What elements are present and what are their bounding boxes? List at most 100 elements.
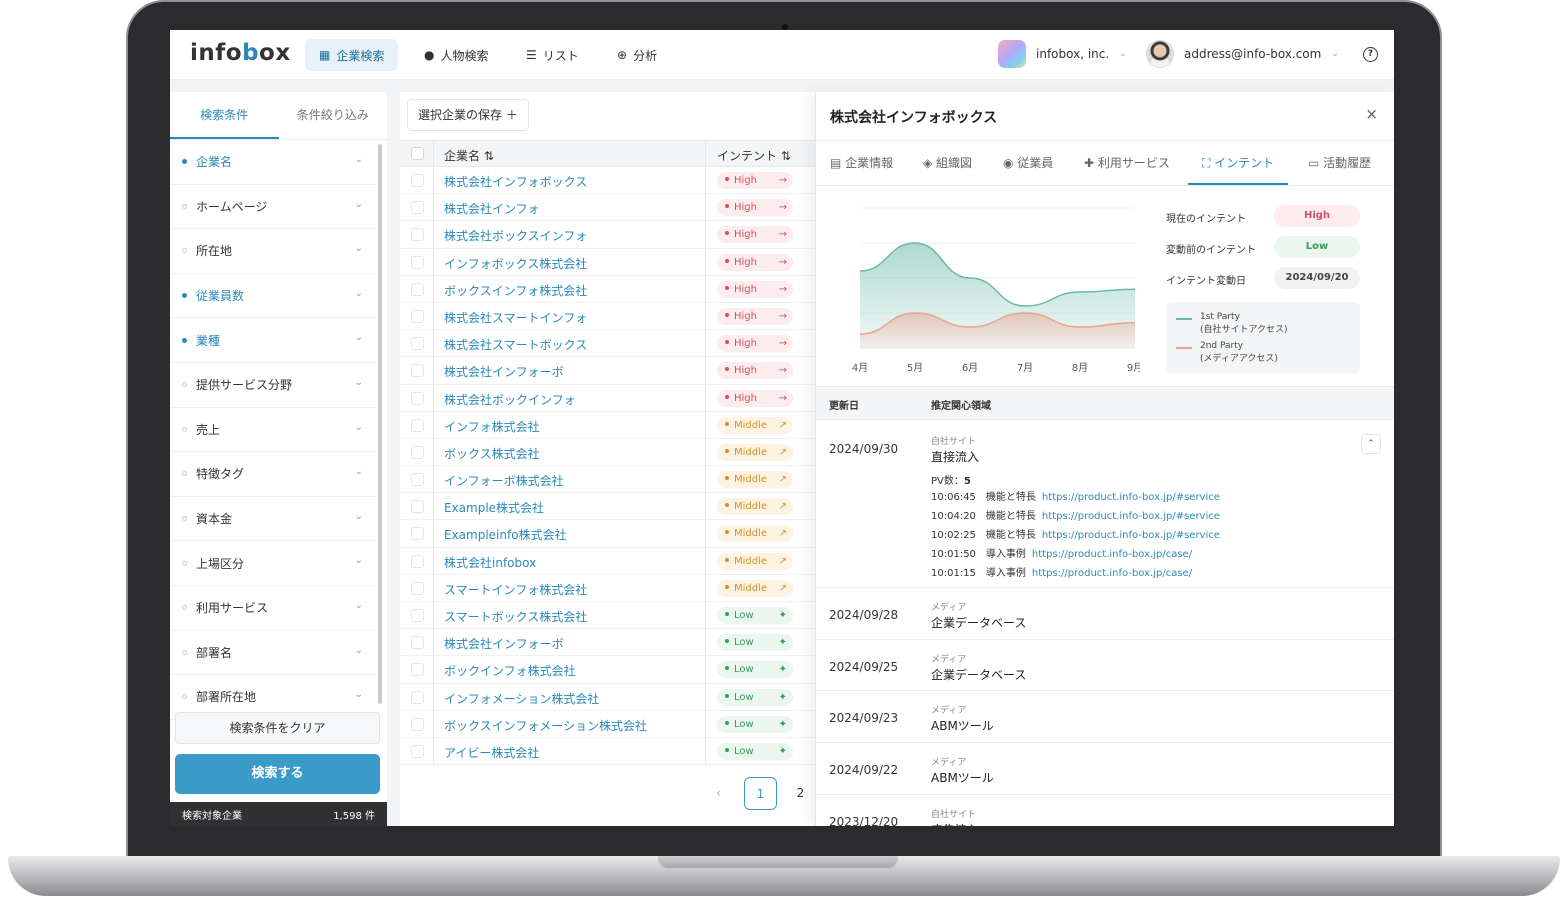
row-checkbox[interactable] [411,174,424,187]
filter-item[interactable]: 企業名 ⌄ [170,140,377,185]
visit-url-link[interactable]: https://product.info-box.jp/#service [1042,511,1220,522]
row-checkbox[interactable] [411,581,424,595]
table-row[interactable]: インフォボックス株式会社 High → [400,249,815,276]
history-row[interactable]: 2024/09/28 メディア 企業データベース [816,588,1394,640]
infobox-logo[interactable]: infobox [190,40,291,66]
company-name-link[interactable]: Example株式会社 [444,499,544,516]
row-checkbox[interactable] [411,445,424,459]
company-name-link[interactable]: インフォ株式会社 [444,418,540,435]
company-name-link[interactable]: インフォメーション株式会社 [444,690,599,707]
filter-item[interactable]: ホームページ ⌄ [170,185,377,230]
company-name-link[interactable]: アイビー株式会社 [444,744,539,761]
row-checkbox[interactable] [411,744,424,758]
table-row[interactable]: Exampleinfo株式会社 Middle ↗ [400,520,815,548]
table-row[interactable]: アイビー株式会社 Low ✦ [400,738,815,766]
table-row[interactable]: 株式会社infobox Middle ↗ [400,548,815,575]
table-row[interactable]: 株式会社スマートボックス High → [400,330,815,358]
company-name-link[interactable]: 株式会社スマートボックス [444,336,587,353]
visit-url-link[interactable]: https://product.info-box.jp/#service [1042,492,1220,503]
row-checkbox[interactable] [411,418,424,432]
tab-condition-filter[interactable]: 条件絞り込み [279,92,388,139]
company-name-link[interactable]: 株式会社infobox [444,554,536,571]
nav-analytics[interactable]: ⊕ 分析 [603,39,671,71]
tab-org-chart[interactable]: ◈ 組織図 [923,141,972,185]
table-row[interactable]: 株式会社インフォーボ Low ✦ [400,629,815,657]
row-checkbox[interactable] [411,201,424,215]
table-row[interactable]: ボックスインフォメーション株式会社 Low ✦ [400,711,815,738]
company-name-link[interactable]: ボックスインフォメーション株式会社 [444,717,647,734]
company-name-link[interactable]: 株式会社ボックスインフォ [444,227,587,244]
row-checkbox[interactable] [411,391,424,405]
company-name-link[interactable]: スマートボックス株式会社 [444,608,587,625]
search-button[interactable]: 検索する [175,754,380,794]
table-row[interactable]: 株式会社インフォボックス High → [400,167,815,195]
filter-item[interactable]: 従業員数 ⌄ [170,274,377,319]
clear-conditions-button[interactable]: 検索条件をクリア [175,712,380,744]
table-row[interactable]: インフォーボ株式会社 Middle ↗ [400,466,815,494]
row-checkbox[interactable] [411,282,424,296]
row-checkbox[interactable] [411,364,424,378]
page-2-button[interactable]: 2 [784,777,817,810]
tab-activity-history[interactable]: ▭ 活動履歴 [1308,141,1371,185]
visit-url-link[interactable]: https://product.info-box.jp/case/ [1032,549,1192,560]
row-checkbox[interactable] [411,337,424,351]
nav-person-search[interactable]: ● 人物検索 [410,39,503,71]
company-name-link[interactable]: 株式会社インフォーボ [444,635,564,652]
company-name-link[interactable]: ボックス株式会社 [444,445,540,462]
row-checkbox[interactable] [411,309,424,323]
company-name-link[interactable]: スマートインフォ株式会社 [444,581,587,598]
col-company-name[interactable]: 企業名 ⇅ [444,147,494,164]
table-row[interactable]: 株式会社ボックスインフォ High → [400,221,815,249]
company-name-link[interactable]: インフォボックス株式会社 [444,255,587,272]
page-1-button[interactable]: 1 [744,777,777,810]
history-row[interactable]: 2024/09/22 メディア ABMツール [816,743,1394,795]
filter-item[interactable]: 提供サービス分野 ⌄ [170,363,377,408]
scrollbar[interactable] [378,144,382,704]
tab-intent[interactable]: ⛶ インテント [1188,141,1289,185]
history-row-expanded[interactable]: 2024/09/30 自社サイト 直接流入 ⌃ PV数：5 10:06:45 機… [816,420,1394,588]
filter-item[interactable]: 上場区分 ⌄ [170,541,377,586]
table-row[interactable]: スマートボックス株式会社 Low ✦ [400,602,815,630]
row-checkbox[interactable] [411,527,424,541]
row-checkbox[interactable] [411,255,424,269]
nav-company-search[interactable]: ▦ 企業検索 [305,39,399,71]
row-checkbox[interactable] [411,500,424,514]
filter-item[interactable]: 特徴タグ ⌄ [170,452,377,497]
company-name-link[interactable]: 株式会社インフォーボ [444,363,564,380]
row-checkbox[interactable] [411,717,424,731]
table-row[interactable]: 株式会社インフォ High → [400,194,815,222]
prev-page-button[interactable]: ‹ [702,777,735,810]
table-row[interactable]: 株式会社インフォーボ High → [400,357,815,385]
table-row[interactable]: スマートインフォ株式会社 Middle ↗ [400,575,815,602]
table-row[interactable]: インフォ株式会社 Middle ↗ [400,412,815,439]
history-row[interactable]: 2024/09/23 メディア ABMツール [816,691,1394,744]
filter-item[interactable]: 業種 ⌄ [170,318,377,363]
select-all-checkbox[interactable] [411,147,424,160]
company-name-link[interactable]: 株式会社スマートインフォ [444,309,587,326]
help-icon[interactable]: ? [1363,47,1378,62]
company-name-link[interactable]: 株式会社インフォ [444,200,540,217]
filter-item[interactable]: 資本金 ⌄ [170,497,377,542]
visit-url-link[interactable]: https://product.info-box.jp/#service [1042,530,1220,541]
filter-item[interactable]: 売上 ⌄ [170,408,377,453]
nav-list[interactable]: ☰ リスト [512,39,593,71]
company-name-link[interactable]: ボックスインフォ株式会社 [444,282,587,299]
col-intent[interactable]: インテント ⇅ [717,147,791,164]
row-checkbox[interactable] [411,228,424,242]
visit-url-link[interactable]: https://product.info-box.jp/case/ [1032,568,1192,579]
table-row[interactable]: Example株式会社 Middle ↗ [400,493,815,521]
table-row[interactable]: ボックスインフォ株式会社 High → [400,276,815,303]
table-row[interactable]: 株式会社ボックインフォ High → [400,385,815,412]
row-checkbox[interactable] [411,663,424,677]
filter-item[interactable]: 利用サービス ⌄ [170,586,377,631]
table-row[interactable]: ボックインフォ株式会社 Low ✦ [400,656,815,684]
save-selected-button[interactable]: 選択企業の保存 ＋ [407,99,529,131]
tab-search-conditions[interactable]: 検索条件 [170,92,279,139]
row-checkbox[interactable] [411,609,424,622]
company-name-link[interactable]: ボックインフォ株式会社 [444,662,576,679]
user-menu[interactable]: address@info-box.com ⌄ [1146,40,1339,68]
tab-used-services[interactable]: ✚ 利用サービス [1084,141,1170,185]
company-name-link[interactable]: 株式会社インフォボックス [444,173,587,190]
row-checkbox[interactable] [411,690,424,704]
company-name-link[interactable]: Exampleinfo株式会社 [444,526,567,543]
